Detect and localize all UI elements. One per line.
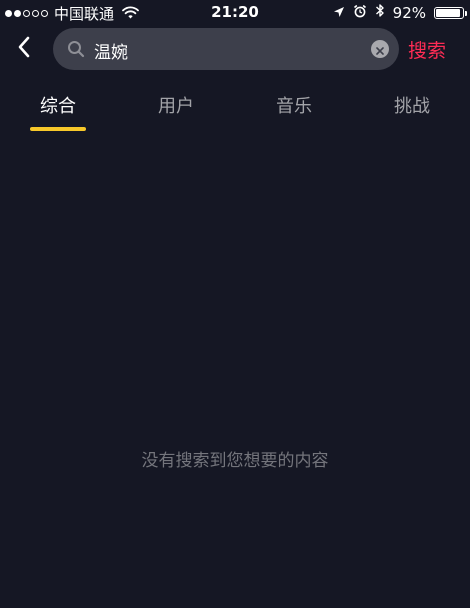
- tab-users[interactable]: 用户: [146, 92, 206, 118]
- search-icon: [67, 40, 85, 58]
- bluetooth-icon: [375, 3, 385, 22]
- search-input[interactable]: 温婉: [53, 28, 399, 70]
- tab-comprehensive[interactable]: 综合: [28, 92, 88, 118]
- search-submit-button[interactable]: 搜索: [408, 36, 446, 63]
- active-tab-indicator: [30, 127, 86, 131]
- location-arrow-icon: [333, 4, 345, 22]
- search-header: 温婉 搜索: [0, 26, 470, 72]
- battery-icon: [434, 6, 467, 19]
- status-bar: 中国联通 21:20 92%: [0, 0, 470, 24]
- empty-state-message: 没有搜索到您想要的内容: [141, 451, 329, 471]
- search-result-tabs: 综合 用户 音乐 挑战: [0, 84, 470, 134]
- back-chevron-icon: [16, 35, 32, 63]
- tab-challenges[interactable]: 挑战: [382, 92, 442, 118]
- clear-icon: [376, 40, 384, 59]
- clear-search-button[interactable]: [371, 40, 389, 58]
- alarm-clock-icon: [353, 4, 367, 22]
- tab-music[interactable]: 音乐: [264, 92, 324, 118]
- back-button[interactable]: [10, 34, 38, 64]
- status-right: 92%: [333, 3, 467, 22]
- battery-percent: 92%: [392, 3, 426, 22]
- search-query-text[interactable]: 温婉: [94, 38, 128, 63]
- battery-level-fill: [436, 8, 460, 17]
